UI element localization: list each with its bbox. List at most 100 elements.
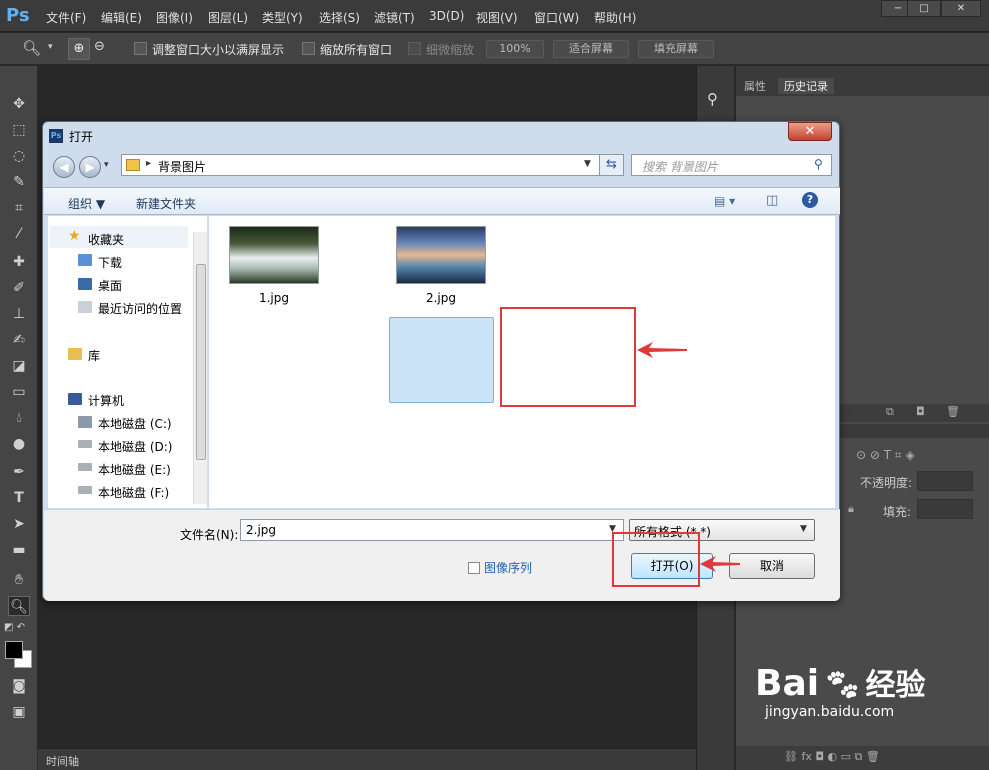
zoom-tool-icon[interactable]: 🔍︎: [22, 39, 41, 57]
layer-footer-icons[interactable]: ⛓ fx ◘ ◐ ▭ ⧉ 🗑︎: [784, 750, 880, 764]
actual-pixels-button[interactable]: 100%: [486, 40, 544, 58]
preview-pane-icon[interactable]: ◫: [766, 193, 778, 208]
breadcrumb-arrow-icon: ▸: [146, 158, 152, 169]
menu-type[interactable]: 类型(Y): [262, 9, 303, 26]
history-panel-icon[interactable]: ⚲: [707, 90, 718, 108]
new-folder-button[interactable]: 新建文件夹: [136, 195, 196, 212]
brush-tool-icon[interactable]: ✐: [8, 278, 30, 298]
type-tool-icon[interactable]: T: [8, 488, 30, 508]
back-arrow-icon[interactable]: ◀: [53, 156, 75, 178]
nav-drive-f[interactable]: 本地磁盘 (F:): [98, 484, 169, 501]
zoom-all-label: 缩放所有窗口: [320, 43, 393, 57]
close-button[interactable]: ✕: [941, 0, 981, 17]
stamp-tool-icon[interactable]: ⊥: [8, 304, 30, 324]
maximize-button[interactable]: □: [907, 0, 941, 17]
format-dropdown-icon[interactable]: ▼: [800, 524, 807, 534]
eraser-tool-icon[interactable]: ◪: [8, 356, 30, 376]
file-name-2[interactable]: 2.jpg: [391, 291, 491, 305]
opacity-field[interactable]: [917, 471, 973, 491]
menu-view[interactable]: 视图(V): [476, 9, 518, 26]
address-dropdown-icon[interactable]: ▼: [584, 159, 591, 169]
camera-icon[interactable]: ◘: [916, 405, 925, 418]
menu-edit[interactable]: 编辑(E): [101, 9, 142, 26]
nav-drive-c[interactable]: 本地磁盘 (C:): [98, 415, 172, 432]
resize-windows-checkbox[interactable]: [134, 42, 147, 55]
menu-filter[interactable]: 滤镜(T): [374, 9, 415, 26]
scrollbar-thumb[interactable]: [196, 264, 206, 460]
crop-tool-icon[interactable]: ⌗: [8, 198, 30, 218]
nav-favorites[interactable]: 收藏夹: [88, 231, 124, 248]
nav-desktop[interactable]: 桌面: [98, 277, 122, 294]
history-tab[interactable]: 历史记录: [778, 78, 834, 94]
healing-brush-icon[interactable]: ✚: [8, 252, 30, 272]
timeline-tab[interactable]: 时间轴: [46, 753, 79, 769]
eyedropper-tool-icon[interactable]: ⁄: [8, 224, 30, 244]
nav-computer[interactable]: 计算机: [88, 392, 124, 409]
drive-e-icon: [78, 463, 92, 471]
zoom-in-icon[interactable]: ⊕: [68, 38, 90, 60]
fit-screen-button[interactable]: 适合屏幕: [553, 40, 629, 58]
zoom-out-icon[interactable]: ⊖: [94, 39, 105, 54]
quick-select-tool-icon[interactable]: ✎: [8, 172, 30, 192]
nav-downloads[interactable]: 下载: [98, 254, 122, 271]
tool-preset-chevron-icon[interactable]: ▾: [48, 42, 53, 52]
refresh-button[interactable]: ⇆: [599, 154, 624, 176]
lock-icon[interactable]: 🔒︎: [848, 502, 854, 516]
menu-layer[interactable]: 图层(L): [208, 9, 248, 26]
menu-select[interactable]: 选择(S): [319, 9, 360, 26]
dodge-tool-icon[interactable]: ●: [8, 434, 30, 454]
timeline-panel: 时间轴: [38, 748, 696, 770]
new-snapshot-icon[interactable]: ⧉: [886, 405, 894, 419]
view-options-icon[interactable]: ▤ ▾: [714, 194, 735, 208]
properties-tab[interactable]: 属性: [738, 78, 772, 94]
zoom-all-checkbox[interactable]: [302, 42, 315, 55]
history-chevron-icon[interactable]: ▾: [104, 160, 109, 170]
hand-tool-icon[interactable]: ✋︎: [8, 570, 30, 590]
screen-mode-icon[interactable]: ▣: [8, 702, 30, 722]
nav-library[interactable]: 库: [88, 347, 100, 364]
lasso-tool-icon[interactable]: ◌: [8, 146, 30, 166]
menu-image[interactable]: 图像(I): [156, 9, 193, 26]
search-icon[interactable]: ⚲: [814, 157, 823, 171]
path-select-icon[interactable]: ➤: [8, 514, 30, 534]
gradient-tool-icon[interactable]: ▭: [8, 382, 30, 402]
foreground-color-swatch[interactable]: [5, 641, 23, 659]
default-colors-icon[interactable]: ◩ ↶: [4, 622, 25, 633]
menu-window[interactable]: 窗口(W): [534, 9, 579, 26]
search-input[interactable]: 搜索 背景图片 ⚲: [631, 154, 832, 176]
file-thumbnail-1[interactable]: [229, 226, 319, 284]
menu-file[interactable]: 文件(F): [46, 9, 86, 26]
fill-field[interactable]: [917, 499, 973, 519]
image-sequence-checkbox[interactable]: [468, 562, 480, 574]
nav-drive-d[interactable]: 本地磁盘 (D:): [98, 438, 172, 455]
fill-screen-button[interactable]: 填充屏幕: [638, 40, 714, 58]
pen-tool-icon[interactable]: ✒: [8, 462, 30, 482]
menu-3d[interactable]: 3D(D): [429, 9, 464, 23]
menu-help[interactable]: 帮助(H): [594, 9, 636, 26]
layer-filter-icons[interactable]: ⊙ ⊘ T ⌗ ◈: [856, 448, 915, 463]
help-icon[interactable]: ?: [802, 192, 818, 208]
zoom-tool-active-icon[interactable]: 🔍︎: [8, 596, 30, 616]
organize-button[interactable]: 组织 ▼: [68, 195, 105, 212]
file-name-1[interactable]: 1.jpg: [224, 291, 324, 305]
move-tool-icon[interactable]: ✥: [8, 94, 30, 114]
history-brush-icon[interactable]: ✍: [8, 330, 30, 350]
quick-mask-icon[interactable]: ◙: [8, 676, 30, 696]
cancel-button[interactable]: 取消: [729, 553, 815, 579]
trash-icon[interactable]: 🗑︎: [946, 405, 960, 418]
nav-drive-e[interactable]: 本地磁盘 (E:): [98, 461, 171, 478]
filename-input[interactable]: 2.jpg ▼: [240, 519, 624, 541]
shape-tool-icon[interactable]: ▬: [8, 540, 30, 560]
nav-recent[interactable]: 最近访问的位置: [98, 300, 182, 317]
dialog-close-button[interactable]: ✕: [788, 122, 832, 141]
nav-scrollbar[interactable]: [193, 232, 207, 504]
filename-value[interactable]: 2.jpg: [246, 523, 276, 537]
file-thumbnail-2[interactable]: [396, 226, 486, 284]
forward-arrow-icon[interactable]: ▶: [79, 156, 101, 178]
blur-tool-icon[interactable]: 💧︎: [8, 408, 30, 428]
image-sequence-label[interactable]: 图像序列: [484, 559, 532, 576]
address-bar[interactable]: ▸ 背景图片 ▼: [121, 154, 624, 176]
scrubby-zoom-checkbox[interactable]: [408, 42, 421, 55]
marquee-tool-icon[interactable]: ⬚: [8, 120, 30, 140]
breadcrumb-path[interactable]: 背景图片: [158, 158, 206, 175]
